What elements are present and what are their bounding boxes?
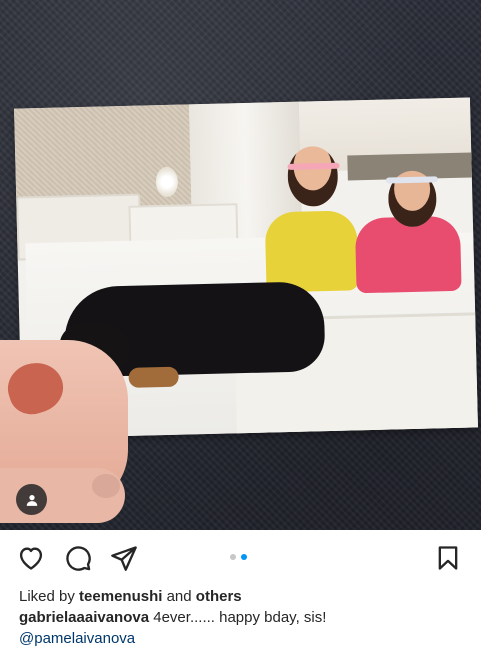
photo-dog-paw <box>128 366 179 388</box>
liked-by-user-link[interactable]: teemenushi <box>79 588 162 605</box>
carousel-indicator <box>230 554 247 560</box>
photo-headband-white <box>385 176 438 184</box>
photo-headband-pink <box>287 162 340 170</box>
caption-username-link[interactable]: gabrielaaaivanova <box>19 609 149 626</box>
caption-mention-link[interactable]: @pamelaivanova <box>19 630 135 647</box>
paper-plane-icon[interactable] <box>110 544 138 572</box>
likes-joiner: and <box>166 588 192 605</box>
caption-line: gabrielaaaivanova 4ever...... happy bday… <box>19 607 469 628</box>
heart-icon[interactable] <box>17 544 45 572</box>
caption-text: 4ever...... happy bday, sis! <box>153 609 327 626</box>
bookmark-icon[interactable] <box>434 544 462 572</box>
likes-prefix: Liked by <box>19 588 75 605</box>
photo-girl-pink <box>354 215 462 294</box>
user-tag-icon[interactable] <box>16 484 47 515</box>
thumb-nail <box>92 474 120 498</box>
post-meta: Liked by teemenushi and others gabrielaa… <box>19 586 469 649</box>
user-tag-glyph <box>26 494 37 506</box>
comment-icon[interactable] <box>64 544 92 572</box>
carousel-dot-2-active[interactable] <box>241 554 247 560</box>
likes-line: Liked by teemenushi and others <box>19 586 469 607</box>
photo-girl-yellow <box>264 210 359 293</box>
carousel-dot-1[interactable] <box>230 554 236 560</box>
likes-others-link[interactable]: others <box>196 588 242 605</box>
caption-mention-line: @pamelaivanova <box>19 628 469 649</box>
post-image[interactable] <box>0 0 481 530</box>
post-actions-bar <box>0 530 481 586</box>
photo-girl-yellow-head <box>287 145 339 207</box>
